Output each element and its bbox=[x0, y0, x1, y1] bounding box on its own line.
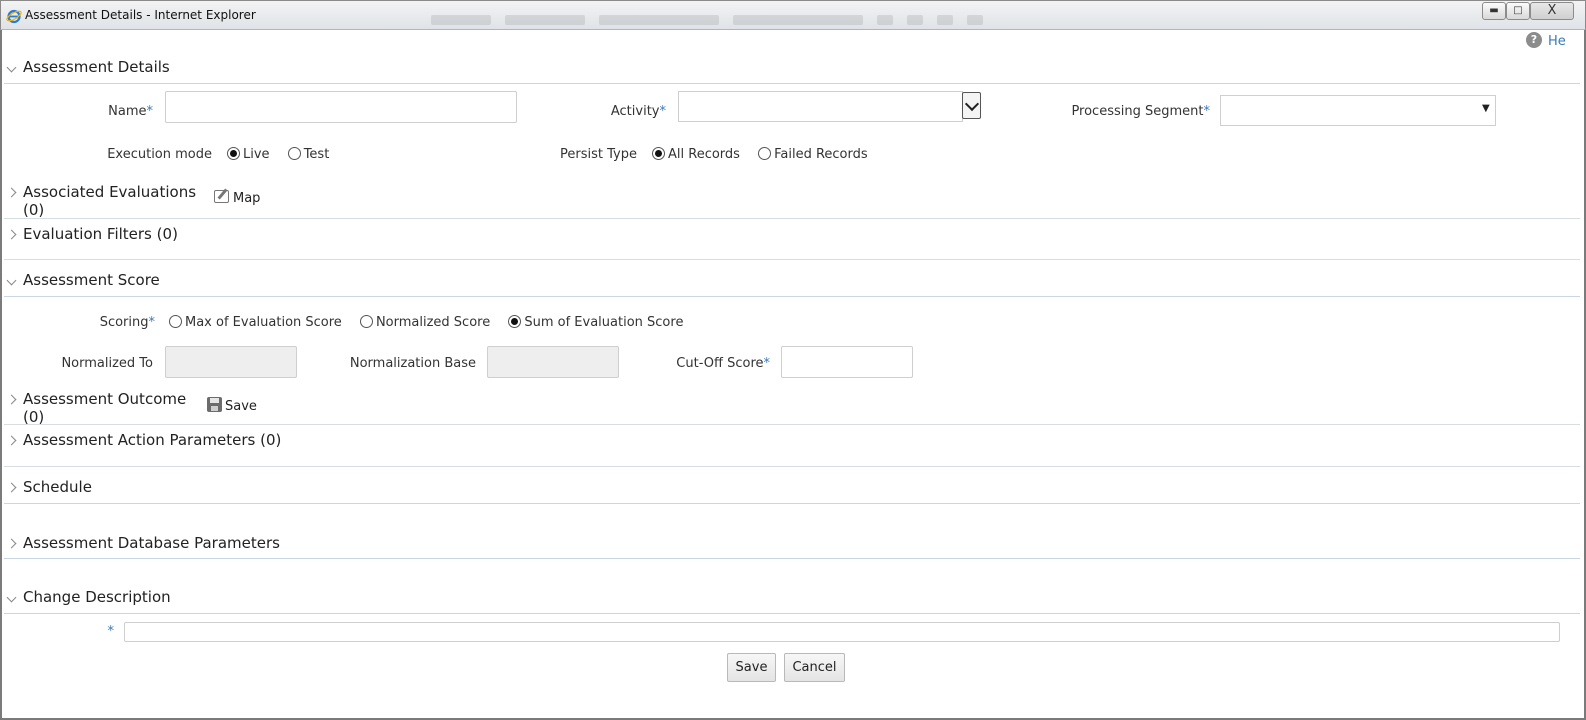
normalized-to-input bbox=[165, 346, 297, 378]
normalization-base-input bbox=[487, 346, 619, 378]
radio-selected-icon bbox=[508, 315, 522, 328]
internet-explorer-icon bbox=[6, 9, 22, 24]
save-outcome-action[interactable]: Save bbox=[207, 397, 257, 414]
section-title: Evaluation Filters (0) bbox=[23, 225, 178, 243]
window-title: Assessment Details - Internet Explorer bbox=[25, 8, 256, 22]
change-description-input[interactable] bbox=[124, 622, 1560, 642]
radio-unselected-icon bbox=[359, 315, 373, 328]
radio-selected-icon bbox=[227, 147, 240, 160]
section-title: Assessment Action Parameters (0) bbox=[23, 431, 282, 449]
radio-unselected-icon bbox=[287, 147, 301, 160]
save-button[interactable]: Save bbox=[727, 653, 776, 682]
divider bbox=[4, 613, 1580, 614]
section-change-description[interactable]: Change Description bbox=[4, 586, 1580, 612]
divider bbox=[4, 83, 1580, 84]
section-title: Assessment Details bbox=[23, 58, 170, 76]
help-link[interactable]: He bbox=[1548, 34, 1566, 49]
section-title: Assessment Score bbox=[23, 271, 160, 289]
section-assessment-outcome[interactable]: Assessment Outcome (0) bbox=[4, 388, 200, 426]
radio-selected-icon bbox=[652, 147, 665, 160]
section-title: Associated Evaluations (0) bbox=[23, 183, 197, 219]
chevron-right-icon bbox=[6, 187, 17, 198]
section-associated-evaluations[interactable]: Associated Evaluations (0) bbox=[4, 181, 204, 219]
divider bbox=[4, 296, 1580, 297]
activity-dropdown-button[interactable] bbox=[962, 92, 981, 119]
chevron-right-icon bbox=[6, 435, 17, 446]
dropdown-triangle-icon[interactable]: ▼ bbox=[1482, 103, 1490, 114]
activity-select[interactable] bbox=[678, 91, 963, 122]
window-titlebar: Assessment Details - Internet Explorer ▬… bbox=[0, 0, 1586, 30]
radio-unselected-icon bbox=[758, 147, 772, 160]
chevron-right-icon bbox=[6, 394, 17, 405]
section-assessment-details[interactable]: Assessment Details bbox=[4, 56, 1580, 82]
section-assessment-database-parameters[interactable]: Assessment Database Parameters bbox=[4, 532, 1580, 558]
radio-unselected-icon bbox=[169, 315, 182, 328]
background-toolbar-ghost bbox=[431, 10, 1151, 25]
section-assessment-action-parameters[interactable]: Assessment Action Parameters (0) bbox=[4, 429, 1580, 455]
section-assessment-score[interactable]: Assessment Score bbox=[4, 269, 1580, 295]
divider bbox=[4, 218, 1580, 219]
radio-sum-of-evaluation-score[interactable]: Sum of Evaluation Score bbox=[508, 315, 683, 330]
execution-mode-label: Execution mode bbox=[107, 147, 212, 162]
help-icon[interactable]: ? bbox=[1526, 32, 1542, 48]
section-title: Assessment Outcome (0) bbox=[23, 390, 187, 426]
radio-failed-records[interactable]: Failed Records bbox=[758, 147, 868, 162]
chevron-right-icon bbox=[6, 229, 17, 240]
section-title: Change Description bbox=[23, 588, 171, 606]
processing-segment-select[interactable] bbox=[1220, 95, 1496, 126]
divider bbox=[4, 558, 1580, 559]
section-evaluation-filters[interactable]: Evaluation Filters (0) bbox=[4, 223, 1580, 249]
cancel-button[interactable]: Cancel bbox=[784, 653, 845, 682]
divider bbox=[4, 424, 1580, 425]
section-title: Schedule bbox=[23, 478, 92, 496]
persist-type-label: Persist Type bbox=[560, 147, 637, 162]
section-schedule[interactable]: Schedule bbox=[4, 476, 1580, 502]
radio-all-records[interactable]: All Records bbox=[652, 147, 740, 162]
radio-test[interactable]: Test bbox=[287, 147, 329, 162]
execution-mode-group: Live Test bbox=[227, 147, 343, 162]
persist-type-group: All Records Failed Records bbox=[652, 147, 882, 162]
chevron-right-icon bbox=[6, 538, 17, 549]
divider bbox=[4, 259, 1580, 260]
chevron-down-icon bbox=[6, 62, 17, 73]
radio-live[interactable]: Live bbox=[227, 147, 270, 162]
chevron-down-icon bbox=[6, 592, 17, 603]
name-label: Name* bbox=[108, 104, 153, 119]
section-title: Assessment Database Parameters bbox=[23, 534, 280, 552]
cutoff-score-input[interactable] bbox=[781, 346, 913, 378]
floppy-save-icon bbox=[207, 397, 222, 412]
normalized-to-label: Normalized To bbox=[61, 356, 153, 371]
scoring-label: Scoring* bbox=[99, 315, 155, 330]
map-action[interactable]: Map bbox=[214, 190, 260, 206]
divider bbox=[4, 466, 1580, 467]
processing-segment-label: Processing Segment* bbox=[1071, 104, 1210, 119]
minimize-button[interactable]: ▬ bbox=[1482, 2, 1506, 20]
activity-label: Activity* bbox=[610, 104, 666, 119]
change-description-required-mark: * bbox=[107, 624, 115, 639]
cutoff-score-label: Cut-Off Score* bbox=[676, 356, 770, 371]
radio-normalized-score[interactable]: Normalized Score bbox=[359, 315, 490, 330]
scoring-group: Max of Evaluation Score Normalized Score… bbox=[169, 315, 697, 330]
maximize-button[interactable]: □ bbox=[1506, 2, 1530, 20]
divider bbox=[4, 503, 1580, 504]
chevron-right-icon bbox=[6, 482, 17, 493]
radio-max-of-evaluation-score[interactable]: Max of Evaluation Score bbox=[169, 315, 342, 330]
normalization-base-label: Normalization Base bbox=[349, 356, 476, 371]
name-input[interactable] bbox=[165, 91, 517, 123]
chevron-down-icon bbox=[6, 275, 17, 286]
close-button[interactable]: X bbox=[1530, 2, 1574, 20]
edit-icon bbox=[214, 190, 229, 203]
